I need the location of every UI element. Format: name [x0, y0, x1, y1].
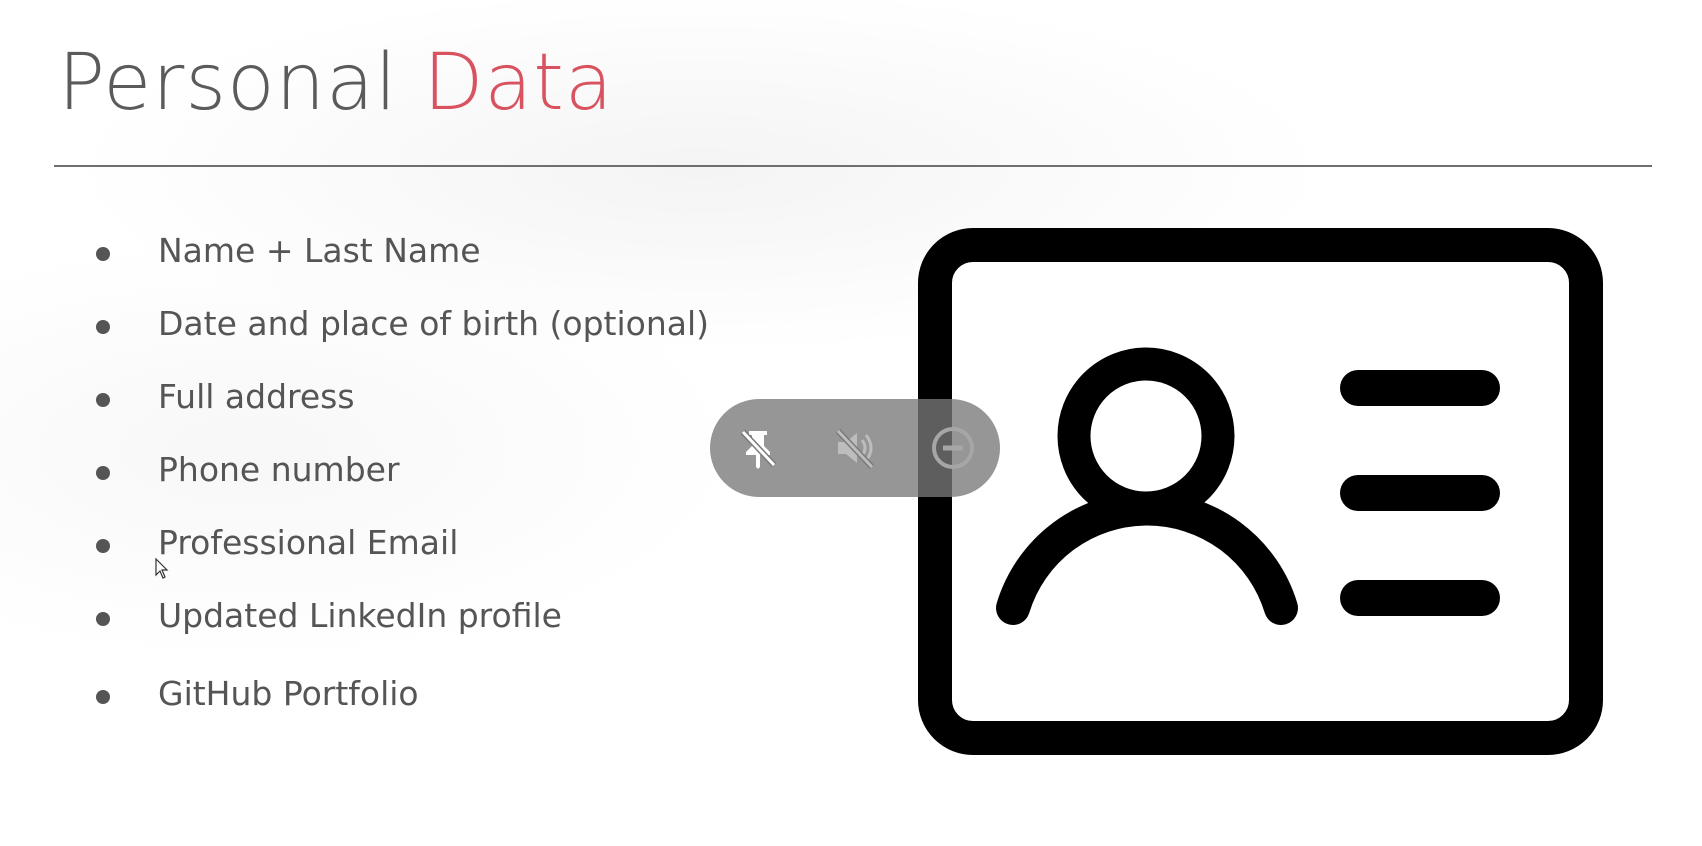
- bullet-text: Date and place of birth (optional): [158, 304, 710, 343]
- bullet-text: Updated LinkedIn profile: [158, 596, 562, 635]
- bullet-dot: [96, 466, 110, 480]
- bullet-text: GitHub Portfolio: [158, 674, 419, 713]
- title-main: Personal: [58, 38, 398, 128]
- volume-off-icon[interactable]: [830, 423, 880, 473]
- mouse-pointer-icon: [155, 558, 169, 579]
- bullet-text: Full address: [158, 377, 355, 416]
- bullet-text: Name + Last Name: [158, 231, 481, 270]
- bullet-text: Phone number: [158, 450, 400, 489]
- minus-circle-icon[interactable]: [928, 423, 978, 473]
- bullet-dot: [96, 393, 110, 407]
- title-accent: Data: [423, 38, 614, 128]
- slide: Personal Data Name + Last Name Date and …: [0, 0, 1702, 846]
- bullet-dot: [96, 690, 110, 704]
- pin-off-icon[interactable]: [733, 423, 783, 473]
- bullet-dot: [96, 539, 110, 553]
- bullet-text: Professional Email: [158, 523, 459, 562]
- bullet-dot: [96, 247, 110, 261]
- id-card-icon: [918, 228, 1603, 755]
- bullet-dot: [96, 612, 110, 626]
- slide-title: Personal Data: [58, 44, 614, 122]
- title-divider: [54, 165, 1652, 167]
- bullet-dot: [96, 320, 110, 334]
- media-controls-bar: [710, 399, 1000, 497]
